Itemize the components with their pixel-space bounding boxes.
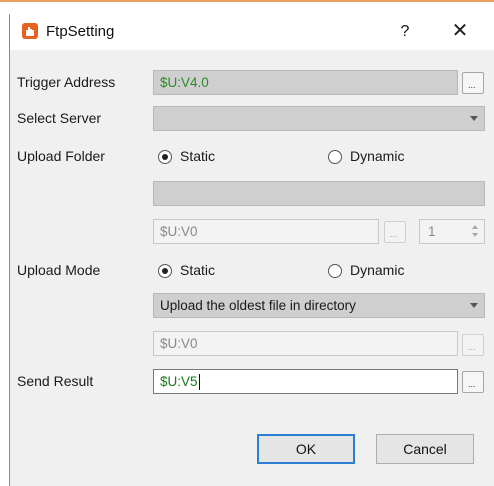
trigger-address-browse-button[interactable]: ...: [462, 72, 484, 94]
ftp-setting-dialog: FtpSetting ? ✕ Trigger Address $U:V4.0 .…: [9, 14, 494, 486]
radio-selected-dot: [162, 154, 168, 160]
chevron-down-icon: [470, 116, 478, 121]
upload-mode-static-radio[interactable]: [158, 264, 172, 278]
radio-selected-dot: [162, 268, 168, 274]
close-button[interactable]: ✕: [445, 19, 475, 45]
upload-mode-dynamic-radio[interactable]: [328, 264, 342, 278]
send-result-browse-button[interactable]: ...: [462, 371, 484, 393]
upload-folder-label: Upload Folder: [17, 148, 105, 164]
upload-mode-label: Upload Mode: [17, 262, 101, 278]
send-result-field[interactable]: $U:V5: [153, 369, 458, 394]
upload-folder-count-spinner[interactable]: 1: [419, 219, 485, 244]
upload-mode-browse-button[interactable]: ...: [462, 334, 484, 356]
upload-mode-value: Upload the oldest file in directory: [160, 298, 356, 313]
text-caret: [198, 374, 200, 391]
upload-folder-dynamic-radio[interactable]: [328, 150, 342, 164]
spinner-arrows-icon[interactable]: [472, 223, 480, 240]
upload-mode-dynamic-label[interactable]: Dynamic: [350, 262, 404, 278]
title-bar: FtpSetting ? ✕: [10, 14, 494, 50]
send-result-value: $U:V5: [160, 374, 198, 389]
send-result-label: Send Result: [17, 373, 94, 389]
upload-folder-static-field[interactable]: [153, 181, 485, 206]
upload-folder-browse-button[interactable]: ...: [384, 221, 406, 243]
window-title: FtpSetting: [46, 23, 115, 40]
ok-button[interactable]: OK: [257, 434, 355, 464]
upload-mode-dropdown[interactable]: Upload the oldest file in directory: [153, 293, 485, 318]
help-button[interactable]: ?: [390, 20, 420, 44]
upload-folder-static-label[interactable]: Static: [180, 148, 215, 164]
cancel-button[interactable]: Cancel: [376, 434, 474, 464]
spinner-value: 1: [428, 224, 436, 239]
upload-mode-static-label[interactable]: Static: [180, 262, 215, 278]
trigger-address-label: Trigger Address: [17, 74, 116, 90]
trigger-address-field[interactable]: $U:V4.0: [153, 70, 458, 95]
select-server-label: Select Server: [17, 110, 102, 126]
select-server-dropdown[interactable]: [153, 106, 485, 131]
upload-folder-dynamic-label[interactable]: Dynamic: [350, 148, 404, 164]
app-hand-icon: [22, 23, 38, 39]
upload-mode-address-field[interactable]: $U:V0: [153, 331, 458, 356]
upload-folder-address-field[interactable]: $U:V0: [153, 219, 379, 244]
chevron-down-icon: [470, 303, 478, 308]
upload-folder-static-radio[interactable]: [158, 150, 172, 164]
top-accent-line: [0, 0, 494, 2]
